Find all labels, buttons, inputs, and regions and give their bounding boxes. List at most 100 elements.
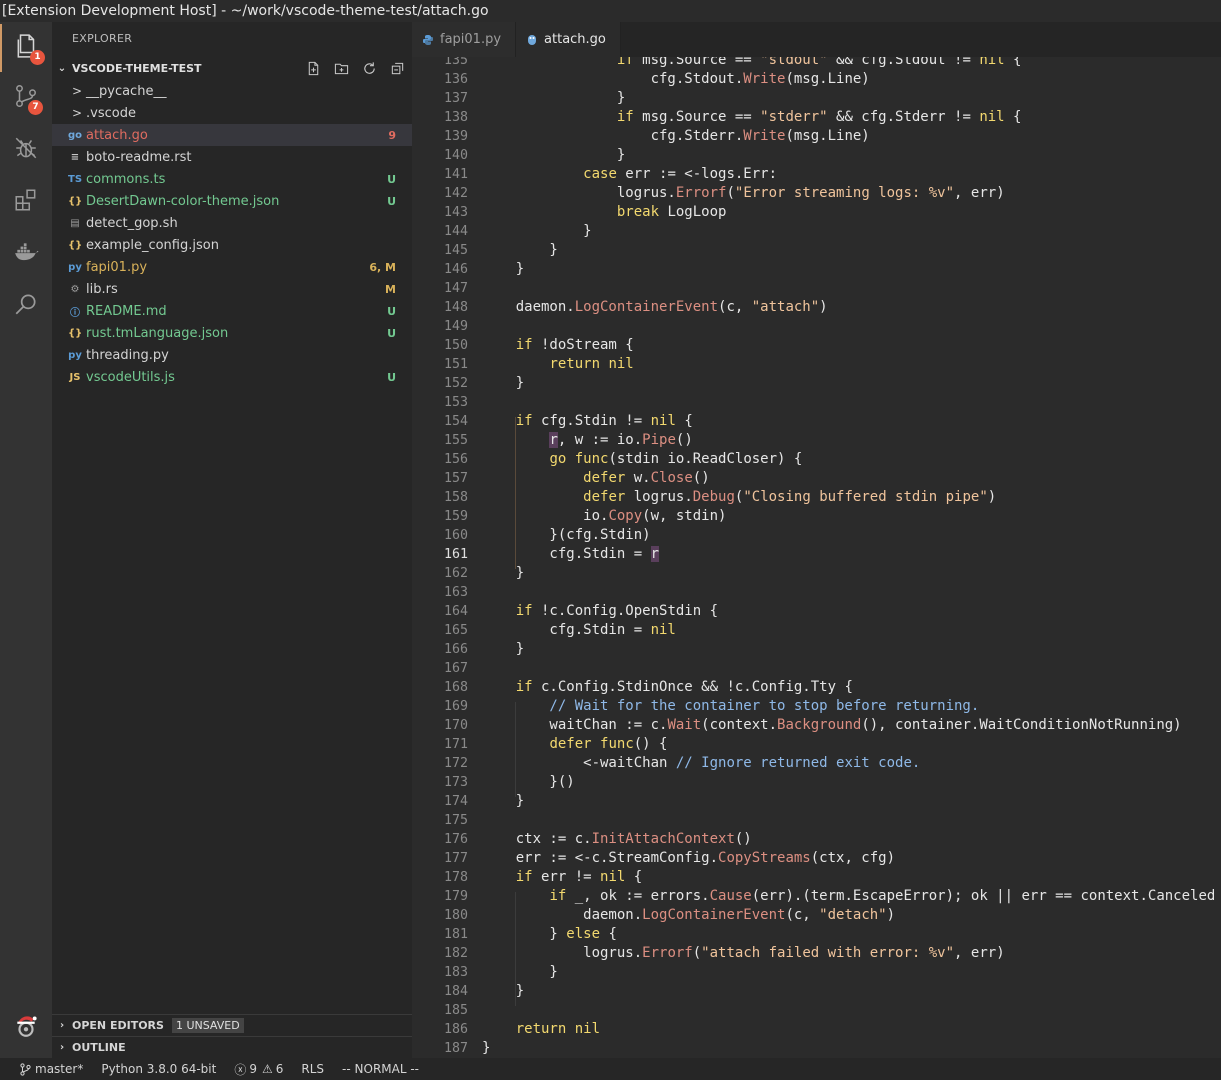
code-token: return bbox=[549, 356, 601, 372]
problems-status[interactable]: ⓧ 9 ⚠ 6 bbox=[234, 1061, 283, 1078]
code-line: }(cfg.Stdin) bbox=[482, 526, 1221, 545]
code-token: CopyStreams bbox=[718, 850, 811, 866]
file-type-icon: ≡ bbox=[70, 151, 80, 163]
code-line: ctx := c.InitAttachContext() bbox=[482, 830, 1221, 849]
code-editor[interactable]: 135 136 137 138 139 140 141 142 143 144 145 146 147 1… bbox=[412, 57, 1221, 1058]
file-type-icon: {} bbox=[68, 327, 83, 339]
tree-item-label: __pycache__ bbox=[86, 83, 167, 99]
file-type-icon: ⚙ bbox=[70, 283, 80, 295]
new-file-icon[interactable] bbox=[304, 59, 322, 77]
code-line: if msg.Source == "stdout" && cfg.Stdout … bbox=[482, 57, 1221, 70]
collapse-all-icon[interactable] bbox=[388, 59, 406, 77]
tab-fapi01-py[interactable]: fapi01.py bbox=[412, 22, 517, 57]
tree-file[interactable]: py fapi01.py 6, M bbox=[52, 256, 412, 278]
tab-attach-go[interactable]: attach.go bbox=[516, 22, 621, 57]
code-token: } bbox=[482, 926, 567, 942]
code-line: if msg.Source == "stderr" && cfg.Stderr … bbox=[482, 108, 1221, 127]
line-number: 169 bbox=[443, 699, 468, 714]
outline-section[interactable]: › OUTLINE bbox=[52, 1036, 412, 1058]
code-line: if err != nil { bbox=[482, 868, 1221, 887]
line-number: 162 bbox=[443, 566, 468, 581]
tree-item-label: boto-readme.rst bbox=[86, 149, 192, 165]
code-token: // Wait for the container to stop before… bbox=[482, 698, 980, 714]
tree-file[interactable]: ▤ detect_gop.sh bbox=[52, 212, 412, 234]
git-branch-icon bbox=[20, 1062, 31, 1076]
code-token: waitChan := c. bbox=[482, 717, 668, 733]
tree-file[interactable]: py threading.py bbox=[52, 344, 412, 366]
tree-file[interactable]: go attach.go 9 bbox=[52, 124, 412, 146]
code-token: } bbox=[482, 242, 558, 258]
open-editors-section[interactable]: › OPEN EDITORS 1 UNSAVED bbox=[52, 1014, 412, 1036]
tree-item-label: .vscode bbox=[86, 105, 136, 121]
line-number: 159 bbox=[443, 509, 468, 524]
tree-folder[interactable]: > .vscode bbox=[52, 102, 412, 124]
code-token: c.Config.StdinOnce && !c.Config.Tty { bbox=[532, 679, 853, 695]
new-folder-icon[interactable] bbox=[332, 59, 350, 77]
explorer-badge: 1 bbox=[30, 50, 45, 65]
manage-activity[interactable] bbox=[0, 1004, 52, 1052]
refresh-icon[interactable] bbox=[360, 59, 378, 77]
extensions-activity[interactable] bbox=[0, 178, 52, 226]
code-token: "stderr" bbox=[760, 109, 828, 125]
tree-file[interactable]: TS commons.ts U bbox=[52, 168, 412, 190]
line-number: 154 bbox=[443, 414, 468, 429]
rls-status[interactable]: RLS bbox=[301, 1062, 324, 1076]
search-activity[interactable] bbox=[0, 282, 52, 330]
file-type-icon: py bbox=[68, 349, 82, 361]
line-number: 165 bbox=[443, 623, 468, 638]
tree-file[interactable]: {} example_config.json bbox=[52, 234, 412, 256]
tree-file[interactable]: {} rust.tmLanguage.json U bbox=[52, 322, 412, 344]
code-token: func bbox=[600, 736, 634, 752]
debug-activity[interactable] bbox=[0, 126, 52, 174]
line-number: 151 bbox=[443, 357, 468, 372]
scm-activity[interactable]: 7 bbox=[0, 74, 52, 122]
tree-file[interactable]: JS vscodeUtils.js U bbox=[52, 366, 412, 388]
line-number: 145 bbox=[443, 243, 468, 258]
file-type-icon: {} bbox=[68, 195, 83, 207]
code-token: if bbox=[515, 603, 533, 619]
line-number: 176 bbox=[443, 832, 468, 847]
tree-file[interactable]: {} DesertDawn-color-theme.json U bbox=[52, 190, 412, 212]
code-token: logrus. bbox=[482, 945, 643, 961]
explorer-activity[interactable]: 1 bbox=[0, 24, 52, 72]
code-token: && cfg.Stderr != bbox=[827, 109, 980, 125]
branch-status[interactable]: master* bbox=[20, 1062, 83, 1076]
code-token: nil bbox=[650, 622, 676, 638]
code-token: Pipe bbox=[642, 432, 676, 448]
code-token: { bbox=[625, 869, 643, 885]
code-token: () bbox=[692, 470, 710, 486]
branch-name: master* bbox=[35, 1062, 84, 1076]
line-number: 183 bbox=[443, 965, 468, 980]
tree-file[interactable]: ⓘ README.md U bbox=[52, 300, 412, 322]
code-token: Debug bbox=[692, 489, 735, 505]
docker-activity[interactable] bbox=[0, 230, 52, 278]
code-token: () bbox=[734, 831, 752, 847]
tree-file[interactable]: ≡ boto-readme.rst bbox=[52, 146, 412, 168]
git-status-badge: U bbox=[387, 326, 396, 340]
code-token: return bbox=[515, 1021, 567, 1037]
code-line: return nil bbox=[482, 355, 1221, 374]
file-type-icon: TS bbox=[68, 173, 83, 185]
python-interpreter[interactable]: Python 3.8.0 64-bit bbox=[101, 1062, 216, 1076]
line-number: 157 bbox=[443, 471, 468, 486]
code-token: w. bbox=[625, 470, 651, 486]
code-token: (msg.Line) bbox=[785, 128, 870, 144]
line-number: 185 bbox=[443, 1003, 468, 1018]
open-editors-label: OPEN EDITORS bbox=[72, 1019, 164, 1032]
line-number: 180 bbox=[443, 908, 468, 923]
line-number: 137 bbox=[443, 91, 468, 106]
code-line: } bbox=[482, 982, 1221, 1001]
line-number: 181 bbox=[443, 927, 468, 942]
code-token: !c.Config.OpenStdin { bbox=[532, 603, 719, 619]
code-token: func bbox=[574, 451, 609, 467]
tree-folder[interactable]: > __pycache__ bbox=[52, 80, 412, 102]
workspace-folder-name: VSCODE-THEME-TEST bbox=[72, 61, 202, 75]
code-token: ( bbox=[692, 945, 702, 961]
code-token: } bbox=[482, 641, 525, 657]
code-token: () { bbox=[633, 736, 668, 752]
workspace-folder-header[interactable]: ⌄ VSCODE-THEME-TEST bbox=[52, 57, 412, 79]
tree-file[interactable]: ⚙ lib.rs M bbox=[52, 278, 412, 300]
